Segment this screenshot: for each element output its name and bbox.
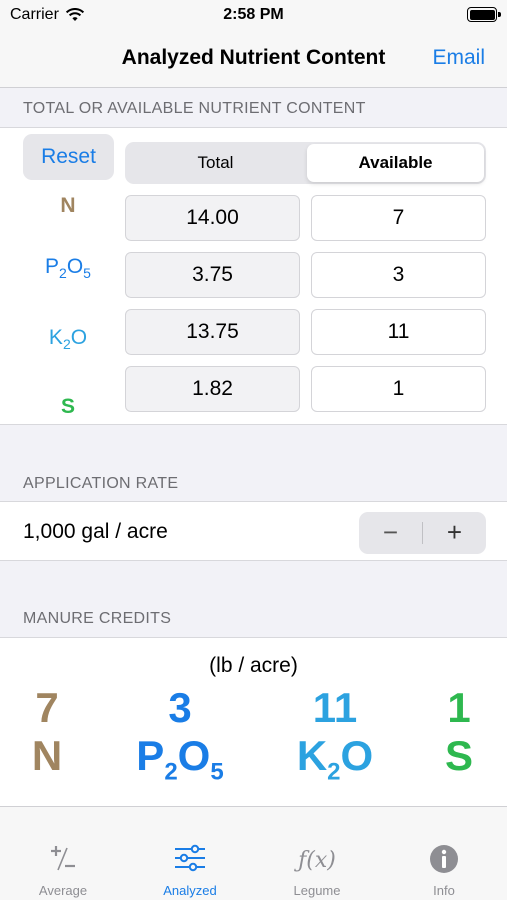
- decrement-button[interactable]: −: [359, 512, 422, 554]
- segment-total[interactable]: Total: [127, 144, 304, 182]
- phosphate-sub-1: 2: [59, 265, 67, 282]
- tab-info-label: Info: [433, 883, 455, 898]
- phosphate-symbol-o: O: [66, 255, 84, 278]
- credit-sulfur-symbol: S: [444, 732, 473, 779]
- phosphate-symbol-p: P: [45, 255, 60, 278]
- potash-available-field[interactable]: 11: [311, 309, 486, 355]
- phosphate-total-field[interactable]: 3.75: [125, 252, 300, 298]
- sulfur-available-field[interactable]: 1: [311, 366, 486, 412]
- tab-legume[interactable]: ƒ(x) Legume: [254, 807, 380, 900]
- nitrogen-label: N: [0, 194, 136, 218]
- tab-analyzed-label: Analyzed: [163, 883, 217, 898]
- credit-potash-value: 11: [312, 684, 358, 731]
- tab-legume-label: Legume: [293, 883, 341, 898]
- application-rate-stepper[interactable]: − +: [359, 512, 486, 554]
- potash-total-field[interactable]: 13.75: [125, 309, 300, 355]
- credit-phosphate-value: 3: [168, 684, 192, 731]
- credit-phosphate-p: P: [136, 732, 165, 779]
- email-button[interactable]: Email: [432, 46, 485, 70]
- potash-label: K2O: [0, 326, 136, 352]
- application-rate-panel: 1,000 gal / acre − +: [0, 501, 507, 561]
- sulfur-total-field[interactable]: 1.82: [125, 366, 300, 412]
- credit-nitrogen-value: 7: [35, 684, 59, 731]
- application-rate-value: 1,000 gal / acre: [23, 520, 168, 543]
- credit-potash-k: K: [296, 732, 328, 779]
- nutrient-section-header: TOTAL OR AVAILABLE NUTRIENT CONTENT: [23, 100, 366, 117]
- tab-analyzed[interactable]: Analyzed: [127, 807, 253, 900]
- total-available-segmented-control[interactable]: Total Available: [125, 142, 486, 184]
- credit-phosphate-symbol: P2O5: [136, 732, 224, 786]
- tab-average-label: Average: [38, 883, 88, 898]
- potash-sub: 2: [62, 336, 71, 353]
- nitrogen-symbol: N: [60, 194, 76, 217]
- credit-potash-symbol: K2O: [296, 732, 374, 786]
- potash-symbol-o: O: [70, 326, 88, 349]
- function-icon: ƒ(x): [254, 843, 380, 875]
- nitrogen-available-field[interactable]: 7: [311, 195, 486, 241]
- phosphate-sub-2: 5: [83, 265, 91, 282]
- nutrient-content-panel: Reset Total Available N 14.00 7 P2O5 3.7…: [0, 127, 507, 425]
- increment-button[interactable]: +: [423, 512, 486, 554]
- credits-unit-label: (lb / acre): [209, 654, 298, 677]
- application-rate-header: APPLICATION RATE: [23, 475, 179, 492]
- credit-potash: 11 K2O: [290, 684, 380, 786]
- page-title: Analyzed Nutrient Content: [121, 46, 386, 69]
- phosphate-available-field[interactable]: 3: [311, 252, 486, 298]
- tab-info[interactable]: Info: [381, 807, 507, 900]
- sliders-icon: [127, 843, 253, 873]
- potash-symbol-k: K: [48, 326, 63, 349]
- sulfur-label: S: [0, 395, 136, 419]
- credit-sulfur: 1 S: [428, 684, 490, 780]
- manure-credits-panel: (lb / acre) 7 N 3 P2O5 11 K2O 1 S: [0, 637, 507, 807]
- navigation-bar: Analyzed Nutrient Content Email: [0, 30, 507, 88]
- info-icon: [381, 843, 507, 875]
- segment-available[interactable]: Available: [307, 144, 484, 182]
- status-bar: Carrier 2:58 PM: [0, 0, 507, 30]
- sulfur-symbol: S: [60, 395, 75, 418]
- reset-button[interactable]: Reset: [23, 134, 114, 180]
- tab-average[interactable]: Average: [0, 807, 126, 900]
- nitrogen-total-field[interactable]: 14.00: [125, 195, 300, 241]
- status-time: 2:58 PM: [223, 6, 284, 23]
- phosphate-label: P2O5: [0, 255, 136, 281]
- manure-credits-header: MANURE CREDITS: [23, 610, 172, 627]
- svg-text:ƒ(x): ƒ(x): [293, 848, 336, 873]
- credit-nitrogen-symbol: N: [31, 732, 63, 779]
- battery-icon: [467, 7, 501, 22]
- tab-bar: Average Analyzed ƒ(x) Legume Info: [0, 806, 507, 900]
- credit-nitrogen: 7 N: [12, 684, 82, 780]
- credit-phosphate: 3 P2O5: [130, 684, 230, 786]
- credit-sulfur-value: 1: [447, 684, 471, 731]
- plus-minus-icon: [0, 843, 126, 875]
